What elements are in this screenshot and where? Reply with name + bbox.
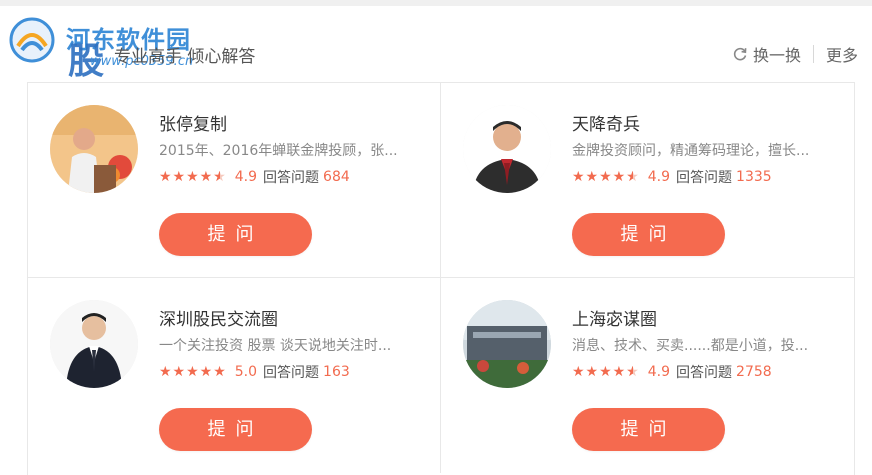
advisor-card: 张停复制 2015年、2016年蝉联金牌投顾，张... ★★★★★ 4.9 回答… [28, 83, 441, 278]
advisor-stats: ★★★★★ 4.9 回答问题 1335 [572, 167, 772, 187]
refresh-icon [733, 47, 747, 61]
answers-label: 回答问题 [263, 170, 320, 186]
more-link[interactable]: 更多 [826, 42, 858, 66]
advisor-name[interactable]: 天降奇兵 [572, 110, 640, 135]
refresh-label: 换一换 [752, 46, 801, 65]
advisor-grid: 张停复制 2015年、2016年蝉联金牌投顾，张... ★★★★★ 4.9 回答… [27, 82, 855, 475]
advisor-name[interactable]: 上海宓谋圈 [572, 305, 657, 330]
answers-count: 684 [323, 169, 350, 185]
section-subtitle: 专业高手 倾心解答 [114, 47, 256, 67]
rating-value: 4.9 [647, 364, 671, 380]
watermark-logo-icon [9, 17, 55, 63]
advisor-stats: ★★★★★ 5.0 回答问题 163 [159, 362, 350, 382]
rating-value: 4.9 [234, 169, 258, 185]
advisor-card: 天降奇兵 金牌投资顾问，精通筹码理论，擅长... ★★★★★ 4.9 回答问题 … [441, 83, 854, 278]
ask-button[interactable]: 提问 [159, 213, 312, 256]
avatar-photo [50, 105, 138, 193]
ask-button[interactable]: 提问 [572, 213, 725, 256]
advisor-card: 深圳股民交流圈 一个关注投资 股票 谈天说地关注时... ★★★★★ 5.0 回… [28, 278, 441, 473]
rating-stars: ★★★★★ [159, 364, 227, 380]
advisor-description: 一个关注投资 股票 谈天说地关注时... [159, 338, 392, 354]
advisor-avatar[interactable] [50, 105, 138, 193]
advisor-description: 消息、技术、买卖......都是小道，投... [572, 338, 809, 354]
advisor-description: 2015年、2016年蝉联金牌投顾，张... [159, 143, 398, 159]
answers-count: 2758 [736, 364, 772, 380]
advisor-avatar[interactable] [463, 105, 551, 193]
refresh-button[interactable]: 换一换 [732, 42, 801, 66]
rating-value: 5.0 [234, 364, 258, 380]
advisor-avatar[interactable] [50, 300, 138, 388]
avatar-photo [50, 300, 138, 388]
ask-button[interactable]: 提问 [159, 408, 312, 451]
advisor-card: 上海宓谋圈 消息、技术、买卖......都是小道，投... ★★★★★ 4.9 … [441, 278, 854, 473]
rating-stars: ★★★★★ [572, 364, 640, 380]
answers-label: 回答问题 [263, 365, 320, 381]
section-header: 河东软件园 股 www.pc0359.cn 专业高手 倾心解答 换一换 更多 [0, 6, 872, 82]
advisor-avatar[interactable] [463, 300, 551, 388]
avatar-photo [463, 300, 551, 388]
advisor-name[interactable]: 张停复制 [159, 110, 227, 135]
rating-stars: ★★★★★ [572, 169, 640, 185]
answers-label: 回答问题 [676, 170, 733, 186]
avatar-photo [463, 105, 551, 193]
header-divider [812, 45, 814, 63]
rating-value: 4.9 [647, 169, 671, 185]
ask-button[interactable]: 提问 [572, 408, 725, 451]
answers-label: 回答问题 [676, 365, 733, 381]
advisor-stats: ★★★★★ 4.9 回答问题 684 [159, 167, 350, 187]
answers-count: 1335 [736, 169, 772, 185]
header-actions: 换一换 更多 [732, 42, 858, 66]
advisor-stats: ★★★★★ 4.9 回答问题 2758 [572, 362, 772, 382]
advisor-description: 金牌投资顾问，精通筹码理论，擅长... [572, 143, 810, 159]
rating-stars: ★★★★★ [159, 169, 227, 185]
answers-count: 163 [323, 364, 350, 380]
advisor-name[interactable]: 深圳股民交流圈 [159, 305, 278, 330]
